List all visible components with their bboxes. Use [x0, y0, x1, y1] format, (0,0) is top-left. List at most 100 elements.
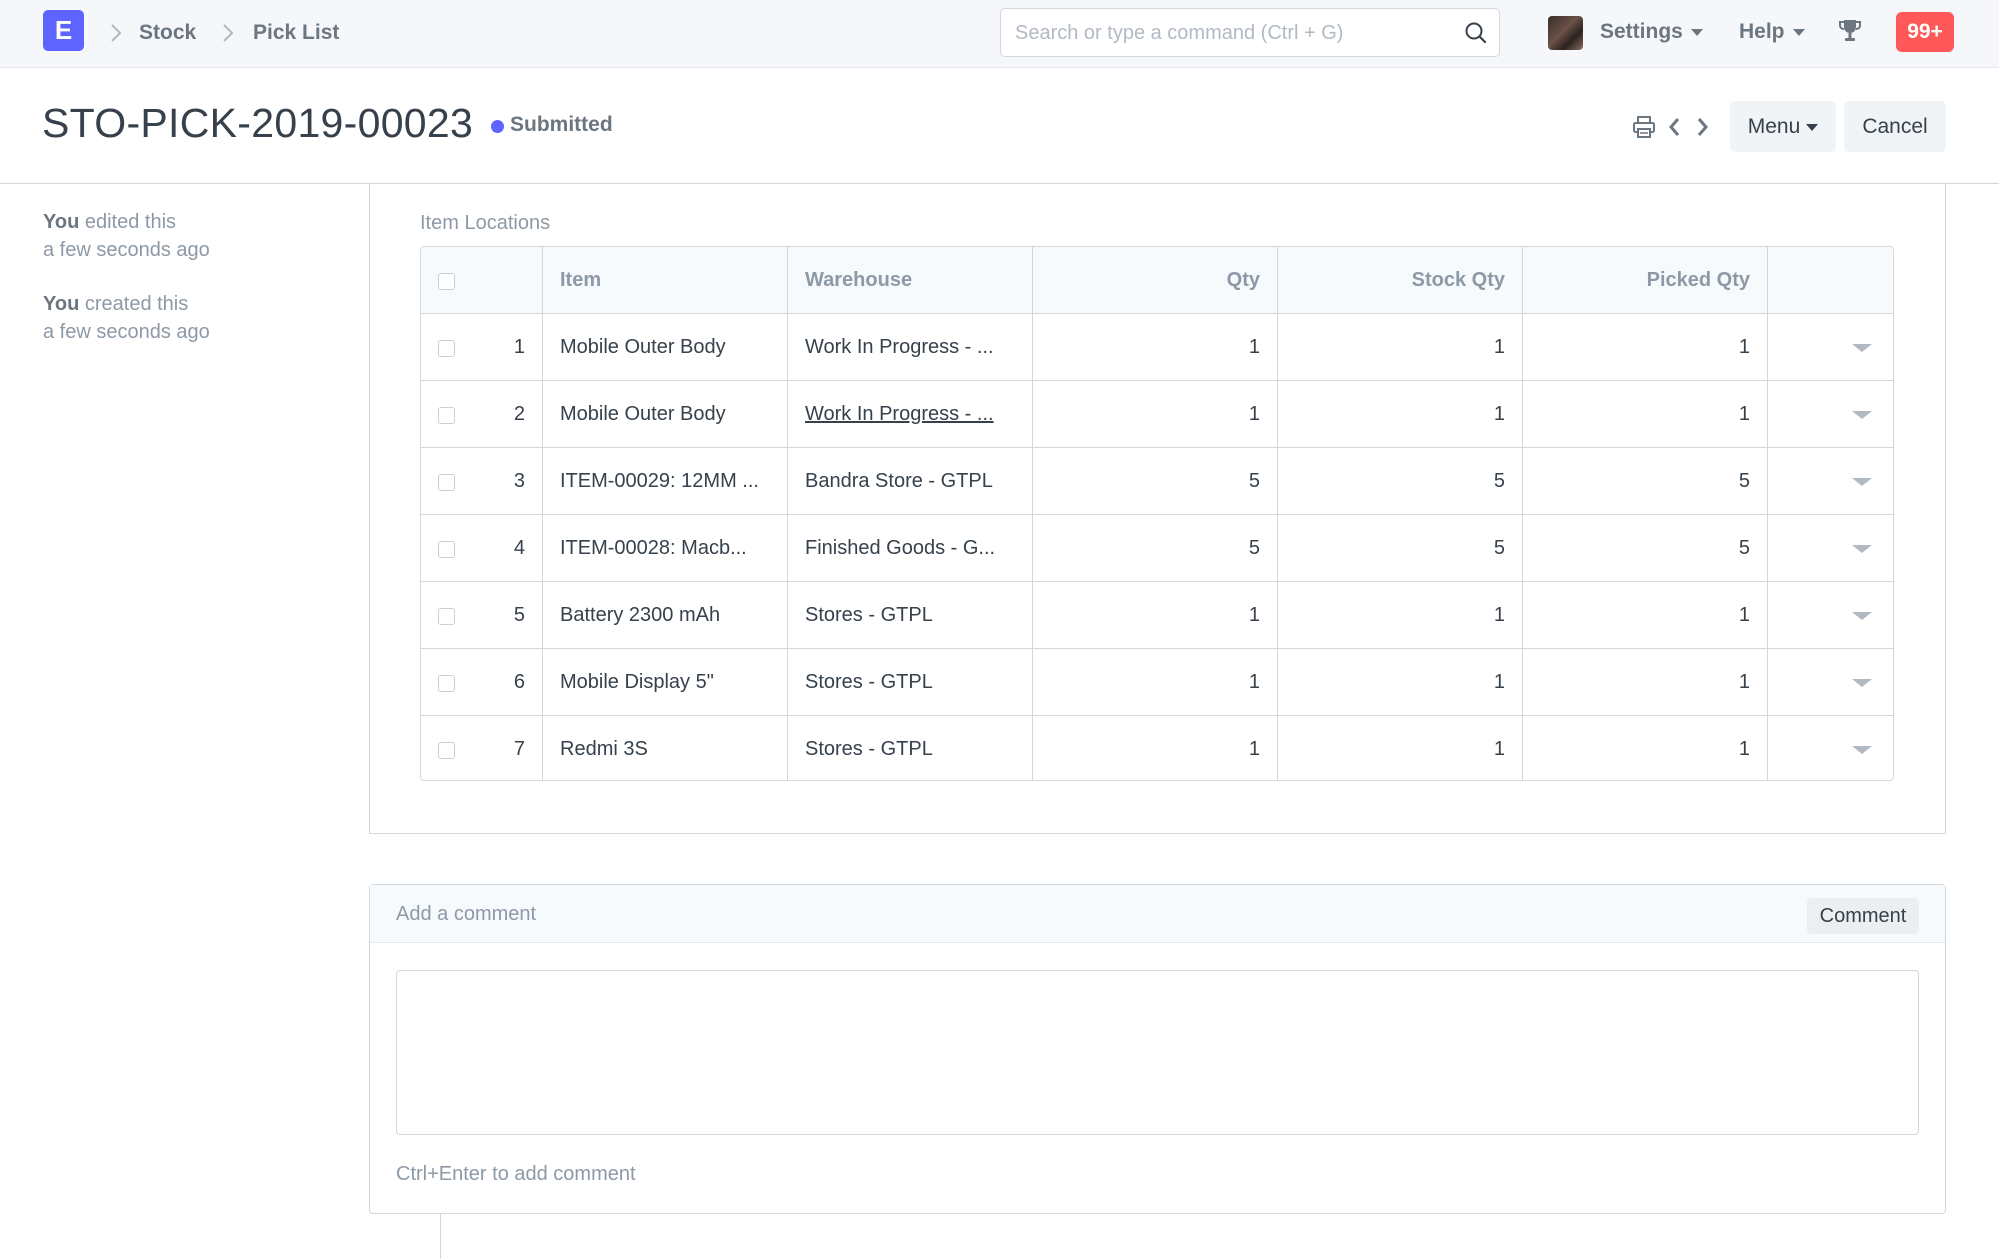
settings-dropdown[interactable]: Settings: [1600, 20, 1703, 44]
item-cell[interactable]: Mobile Outer Body: [543, 381, 788, 447]
section-label: Item Locations: [420, 212, 551, 234]
stock-qty-cell[interactable]: 1: [1278, 381, 1523, 447]
warehouse-cell[interactable]: Work In Progress - ...: [788, 381, 1033, 447]
select-all-checkbox[interactable]: [438, 273, 455, 290]
caret-down-icon[interactable]: [1852, 679, 1872, 687]
warehouse-cell[interactable]: Bandra Store - GTPL: [788, 448, 1033, 514]
comment-input[interactable]: [396, 970, 1919, 1135]
caret-down-icon[interactable]: [1852, 344, 1872, 352]
search-box: [1000, 8, 1500, 57]
row-checkbox[interactable]: [438, 474, 455, 491]
row-checkbox[interactable]: [438, 407, 455, 424]
search-icon[interactable]: [1463, 20, 1489, 46]
table-row[interactable]: 4 ITEM-00028: Macb... Finished Goods - G..…: [421, 515, 1893, 582]
trophy-icon[interactable]: [1838, 18, 1862, 44]
stock-qty-cell-value: 1: [1493, 671, 1505, 693]
breadcrumb-pick-list[interactable]: Pick List: [253, 21, 339, 45]
row-checkbox[interactable]: [438, 742, 455, 759]
stock-qty-cell-value: 1: [1493, 738, 1505, 760]
table-row[interactable]: 7 Redmi 3S Stores - GTPL 1 1 1: [421, 716, 1893, 780]
column-header-picked-qty[interactable]: Picked Qty: [1523, 247, 1768, 313]
caret-down-icon[interactable]: [1852, 746, 1872, 754]
qty-cell[interactable]: 5: [1033, 448, 1278, 514]
picked-qty-cell-value: 1: [1738, 336, 1750, 358]
table-row[interactable]: 1 Mobile Outer Body Work In Progress - ...…: [421, 314, 1893, 381]
row-index: 5: [513, 604, 525, 626]
cancel-button[interactable]: Cancel: [1844, 101, 1946, 152]
warehouse-cell-value: Stores - GTPL: [805, 738, 933, 760]
qty-cell[interactable]: 5: [1033, 515, 1278, 581]
search-input[interactable]: [1015, 19, 1455, 47]
warehouse-cell[interactable]: Stores - GTPL: [788, 649, 1033, 715]
item-cell[interactable]: Mobile Display 5": [543, 649, 788, 715]
qty-cell[interactable]: 1: [1033, 314, 1278, 380]
chevron-left-icon[interactable]: [1663, 114, 1687, 140]
app-logo-icon[interactable]: E: [43, 10, 84, 51]
user-avatar[interactable]: [1548, 16, 1583, 50]
activity-actor: You: [43, 293, 80, 315]
stock-qty-cell[interactable]: 5: [1278, 515, 1523, 581]
notifications-badge[interactable]: 99+: [1896, 12, 1954, 52]
picked-qty-cell[interactable]: 1: [1523, 716, 1768, 780]
picked-qty-cell[interactable]: 1: [1523, 314, 1768, 380]
row-actions-cell[interactable]: [1768, 649, 1893, 715]
row-checkbox[interactable]: [438, 541, 455, 558]
row-checkbox[interactable]: [438, 675, 455, 692]
item-cell[interactable]: Mobile Outer Body: [543, 314, 788, 380]
row-checkbox[interactable]: [438, 340, 455, 357]
item-cell[interactable]: Battery 2300 mAh: [543, 582, 788, 648]
stock-qty-cell[interactable]: 5: [1278, 448, 1523, 514]
row-actions-cell[interactable]: [1768, 716, 1893, 780]
stock-qty-cell[interactable]: 1: [1278, 649, 1523, 715]
qty-cell[interactable]: 1: [1033, 649, 1278, 715]
row-actions-cell[interactable]: [1768, 381, 1893, 447]
column-header-qty[interactable]: Qty: [1033, 247, 1278, 313]
row-actions-cell[interactable]: [1768, 515, 1893, 581]
warehouse-cell[interactable]: Stores - GTPL: [788, 582, 1033, 648]
warehouse-cell-value: Bandra Store - GTPL: [805, 470, 993, 492]
warehouse-cell-value: Stores - GTPL: [805, 604, 933, 626]
picked-qty-cell[interactable]: 1: [1523, 649, 1768, 715]
stock-qty-cell[interactable]: 1: [1278, 716, 1523, 780]
caret-down-icon[interactable]: [1852, 545, 1872, 553]
picked-qty-cell[interactable]: 1: [1523, 381, 1768, 447]
picked-qty-cell-value: 5: [1738, 537, 1750, 559]
column-header-warehouse[interactable]: Warehouse: [788, 247, 1033, 313]
help-dropdown[interactable]: Help: [1739, 20, 1805, 44]
warehouse-cell[interactable]: Stores - GTPL: [788, 716, 1033, 780]
table-row[interactable]: 5 Battery 2300 mAh Stores - GTPL 1 1 1: [421, 582, 1893, 649]
table-row[interactable]: 3 ITEM-00029: 12MM ... Bandra Store - GTPL…: [421, 448, 1893, 515]
qty-cell[interactable]: 1: [1033, 582, 1278, 648]
comment-button[interactable]: Comment: [1807, 898, 1919, 934]
caret-down-icon[interactable]: [1852, 478, 1872, 486]
row-actions-cell[interactable]: [1768, 448, 1893, 514]
row-actions-cell[interactable]: [1768, 314, 1893, 380]
picked-qty-cell[interactable]: 5: [1523, 448, 1768, 514]
row-checkbox[interactable]: [438, 608, 455, 625]
printer-icon[interactable]: [1632, 114, 1656, 140]
table-row[interactable]: 6 Mobile Display 5" Stores - GTPL 1 1 1: [421, 649, 1893, 716]
qty-cell[interactable]: 1: [1033, 381, 1278, 447]
warehouse-cell-value: Finished Goods - G...: [805, 537, 996, 559]
comment-title: Add a comment: [396, 903, 537, 925]
picked-qty-cell[interactable]: 1: [1523, 582, 1768, 648]
picked-qty-cell[interactable]: 5: [1523, 515, 1768, 581]
table-row[interactable]: 2 Mobile Outer Body Work In Progress - ...…: [421, 381, 1893, 448]
item-cell[interactable]: ITEM-00029: 12MM ...: [543, 448, 788, 514]
qty-cell[interactable]: 1: [1033, 716, 1278, 780]
breadcrumb-stock[interactable]: Stock: [139, 21, 196, 45]
column-header-item[interactable]: Item: [543, 247, 788, 313]
item-cell[interactable]: ITEM-00028: Macb...: [543, 515, 788, 581]
stock-qty-cell[interactable]: 1: [1278, 314, 1523, 380]
row-actions-cell[interactable]: [1768, 582, 1893, 648]
chevron-right-icon[interactable]: [1690, 114, 1714, 140]
item-cell[interactable]: Redmi 3S: [543, 716, 788, 780]
warehouse-cell[interactable]: Finished Goods - G...: [788, 515, 1033, 581]
menu-button[interactable]: Menu: [1730, 101, 1836, 152]
warehouse-cell[interactable]: Work In Progress - ...: [788, 314, 1033, 380]
qty-cell-value: 1: [1248, 336, 1260, 358]
caret-down-icon[interactable]: [1852, 411, 1872, 419]
caret-down-icon[interactable]: [1852, 612, 1872, 620]
stock-qty-cell[interactable]: 1: [1278, 582, 1523, 648]
column-header-stock-qty[interactable]: Stock Qty: [1278, 247, 1523, 313]
